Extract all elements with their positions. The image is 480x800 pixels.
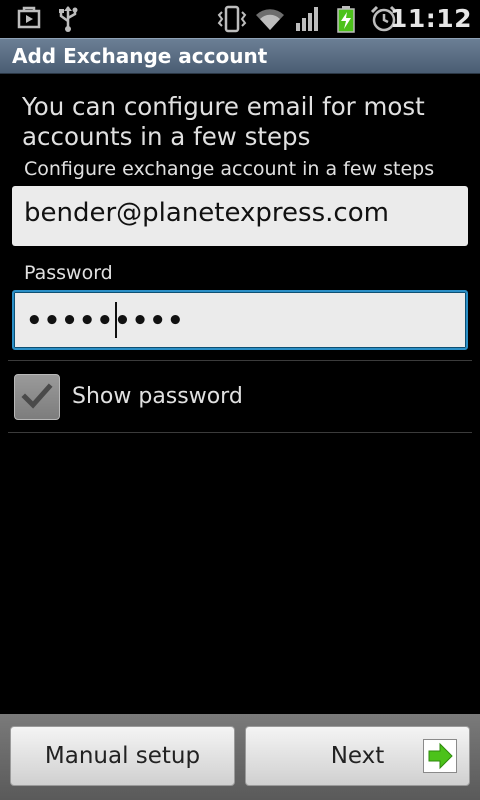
title-bar: Add Exchange account bbox=[0, 38, 480, 74]
password-field[interactable]: ••••••••• bbox=[12, 290, 468, 350]
intro-sublabel: Configure exchange account in a few step… bbox=[24, 158, 435, 180]
show-password-checkbox[interactable] bbox=[14, 374, 60, 420]
vibrate-icon bbox=[216, 5, 248, 37]
password-masked-value: ••••••••• bbox=[26, 306, 185, 336]
email-field[interactable]: bender@planetexpress.com bbox=[12, 186, 468, 246]
signal-icon bbox=[294, 5, 322, 37]
checkmark-icon bbox=[21, 383, 53, 409]
next-label: Next bbox=[330, 743, 385, 769]
intro-text: You can configure email for most account… bbox=[22, 92, 425, 151]
arrow-right-icon bbox=[423, 739, 457, 773]
password-label: Password bbox=[24, 262, 113, 284]
manual-setup-label: Manual setup bbox=[44, 743, 201, 769]
divider bbox=[8, 360, 472, 361]
usb-icon bbox=[56, 5, 80, 37]
divider bbox=[8, 432, 472, 433]
status-bar: 11:12 bbox=[0, 0, 480, 38]
page-title: Add Exchange account bbox=[12, 44, 268, 68]
email-value: bender@planetexpress.com bbox=[24, 198, 389, 228]
battery-charging-icon bbox=[336, 5, 356, 37]
text-caret bbox=[115, 302, 117, 338]
play-store-notification-icon bbox=[16, 5, 42, 35]
wifi-icon bbox=[254, 5, 286, 37]
clock-time: 11:12 bbox=[389, 4, 472, 33]
next-button[interactable]: Next bbox=[245, 726, 470, 786]
manual-setup-button[interactable]: Manual setup bbox=[10, 726, 235, 786]
show-password-label[interactable]: Show password bbox=[72, 384, 243, 409]
